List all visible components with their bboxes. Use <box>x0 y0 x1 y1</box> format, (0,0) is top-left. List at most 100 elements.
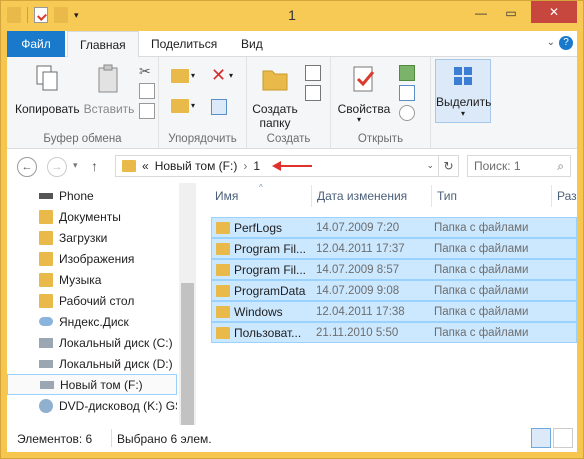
file-row[interactable]: PerfLogs 14.07.2009 7:20 Папка с файлами <box>211 217 577 238</box>
nav-item-downloads[interactable]: Загрузки <box>7 227 177 248</box>
phone-icon <box>39 192 53 199</box>
breadcrumb-drive[interactable]: Новый том (F:) <box>155 159 238 173</box>
copy-label: Копировать <box>15 102 80 116</box>
column-header-name[interactable]: Имя <box>215 189 238 207</box>
nav-item-dvd-drive[interactable]: DVD-дисковод (K:) GS <box>7 395 177 416</box>
properties-button[interactable]: Свойства <box>335 63 393 116</box>
nav-scrollbar-thumb[interactable] <box>181 283 194 425</box>
copy-to-dropdown-icon[interactable]: ▾ <box>191 101 195 110</box>
forward-button[interactable]: → <box>47 157 67 177</box>
column-header-size[interactable]: Раз <box>557 189 577 207</box>
selected-count: Выбрано 6 элем. <box>117 432 212 446</box>
tab-share[interactable]: Поделиться <box>139 31 229 57</box>
column-header-type[interactable]: Тип <box>437 189 457 207</box>
organize-group: ▾ ▾ ✕ ▾ Упорядочить <box>159 57 247 149</box>
nav-item-drive-c[interactable]: Локальный диск (C:) <box>7 332 177 353</box>
ribbon-collapse-icon[interactable]: ⌄ <box>547 37 555 48</box>
cut-icon[interactable]: ✂ <box>139 63 155 79</box>
rename-icon[interactable] <box>211 99 227 115</box>
folder-icon <box>122 160 136 172</box>
nav-item-phone[interactable]: Phone <box>7 185 177 206</box>
file-row[interactable]: Пользоват... 21.11.2010 5:50 Папка с файла… <box>211 322 577 343</box>
copy-icon <box>36 65 58 91</box>
easy-access-icon[interactable] <box>305 85 321 101</box>
breadcrumb-separator[interactable]: › <box>243 159 247 173</box>
drive-icon <box>39 337 53 348</box>
details-view-icon[interactable] <box>531 428 551 448</box>
file-list: ^ Имя Дата изменения Тип Раз PerfLogs 14.… <box>211 183 577 425</box>
file-row[interactable]: ProgramData 14.07.2009 9:08 Папка с файлам… <box>211 280 577 301</box>
tab-view[interactable]: Вид <box>229 31 275 57</box>
address-dropdown-icon[interactable]: ⌄ <box>426 160 434 171</box>
properties-label: Свойства <box>337 102 391 116</box>
nav-item-yandex-disk[interactable]: Яндекс.Диск <box>7 311 177 332</box>
history-icon[interactable] <box>399 105 415 121</box>
search-icon: ⌕ <box>557 159 564 173</box>
open-icon[interactable] <box>399 65 415 81</box>
cloud-icon <box>39 317 53 326</box>
copy-button[interactable]: Копировать <box>15 63 80 116</box>
copy-to-icon[interactable] <box>171 99 189 113</box>
search-input[interactable]: Поиск: 1 ⌕ <box>467 155 571 177</box>
move-to-dropdown-icon[interactable]: ▾ <box>191 71 195 80</box>
folder-icon <box>216 221 230 234</box>
copy-path-icon[interactable] <box>139 83 155 99</box>
folder-icon <box>39 251 53 266</box>
new-group-label: Создать <box>266 133 311 145</box>
move-to-icon[interactable] <box>171 69 189 83</box>
folder-icon <box>216 284 230 297</box>
minimize-button[interactable]: — <box>469 3 493 23</box>
delete-icon[interactable]: ✕ <box>211 66 227 84</box>
drive-icon <box>40 380 54 389</box>
file-row[interactable]: Windows 12.04.2011 17:38 Папка с файлами <box>211 301 577 322</box>
paste-button[interactable]: Вставить <box>83 63 135 116</box>
recent-dropdown-icon[interactable]: ▾ <box>73 160 78 171</box>
new-folder-button[interactable]: Создать папку <box>251 63 299 130</box>
tab-home[interactable]: Главная <box>67 31 139 58</box>
address-box[interactable]: « Новый том (F:) › 1 ⌄ ↻ <box>115 155 459 177</box>
column-header-date[interactable]: Дата изменения <box>317 189 407 207</box>
nav-item-music[interactable]: Музыка <box>7 269 177 290</box>
close-button[interactable]: ✕ <box>531 1 577 23</box>
clipboard-group-label: Буфер обмена <box>43 133 122 145</box>
window-title: 1 <box>288 7 296 23</box>
refresh-icon[interactable]: ↻ <box>438 156 458 176</box>
up-button[interactable]: ↑ <box>91 158 98 174</box>
folder-icon <box>216 263 230 276</box>
paste-shortcut-icon[interactable] <box>139 103 155 119</box>
nav-item-desktop[interactable]: Рабочий стол <box>7 290 177 311</box>
navigation-pane: Phone Документы Загрузки Изображения Муз… <box>7 183 177 425</box>
edit-icon[interactable] <box>399 85 415 101</box>
ribbon-tabs: Файл Главная Поделиться Вид ⌄ ? <box>7 31 577 58</box>
select-button[interactable]: Выделить ▾ <box>435 59 491 123</box>
ribbon: Копировать Вставить ✂ Буфер обмена ▾ ▾ ✕… <box>7 57 577 149</box>
nav-scrollbar[interactable] <box>179 183 196 425</box>
sort-ascending-icon: ^ <box>259 183 263 192</box>
large-icons-view-icon[interactable] <box>553 428 573 448</box>
help-icon[interactable]: ? <box>559 36 573 50</box>
select-dropdown-icon: ▾ <box>460 109 465 118</box>
address-overflow[interactable]: « <box>142 159 149 173</box>
nav-item-documents[interactable]: Документы <box>7 206 177 227</box>
new-item-icon[interactable] <box>305 65 321 81</box>
file-row[interactable]: Program Fil... 14.07.2009 8:57 Папка с фай… <box>211 259 577 280</box>
properties-icon <box>353 66 375 92</box>
nav-item-drive-d[interactable]: Локальный диск (D:) <box>7 353 177 374</box>
nav-item-pictures[interactable]: Изображения <box>7 248 177 269</box>
back-arrow-icon: ← <box>21 161 33 173</box>
folder-icon <box>39 209 53 224</box>
explorer-window: ▾ 1 — ▭ ✕ Файл Главная Поделиться Вид ⌄ … <box>0 0 584 459</box>
folder-icon <box>216 305 230 318</box>
nav-item-drive-f[interactable]: Новый том (F:) <box>7 374 177 395</box>
file-row[interactable]: Program Fil... 12.04.2011 17:37 Папка с фа… <box>211 238 577 259</box>
new-group: Создать папку Создать <box>247 57 331 149</box>
breadcrumb-folder[interactable]: 1 <box>253 159 260 173</box>
tab-file[interactable]: Файл <box>7 31 65 57</box>
maximize-button[interactable]: ▭ <box>499 3 523 23</box>
organize-group-label: Упорядочить <box>168 133 237 145</box>
folder-icon <box>39 230 53 245</box>
title-bar: ▾ 1 — ▭ ✕ <box>1 1 583 31</box>
delete-dropdown-icon[interactable]: ▾ <box>229 71 233 80</box>
properties-dropdown-icon[interactable]: ▾ <box>357 115 361 124</box>
back-button[interactable]: ← <box>17 157 37 177</box>
